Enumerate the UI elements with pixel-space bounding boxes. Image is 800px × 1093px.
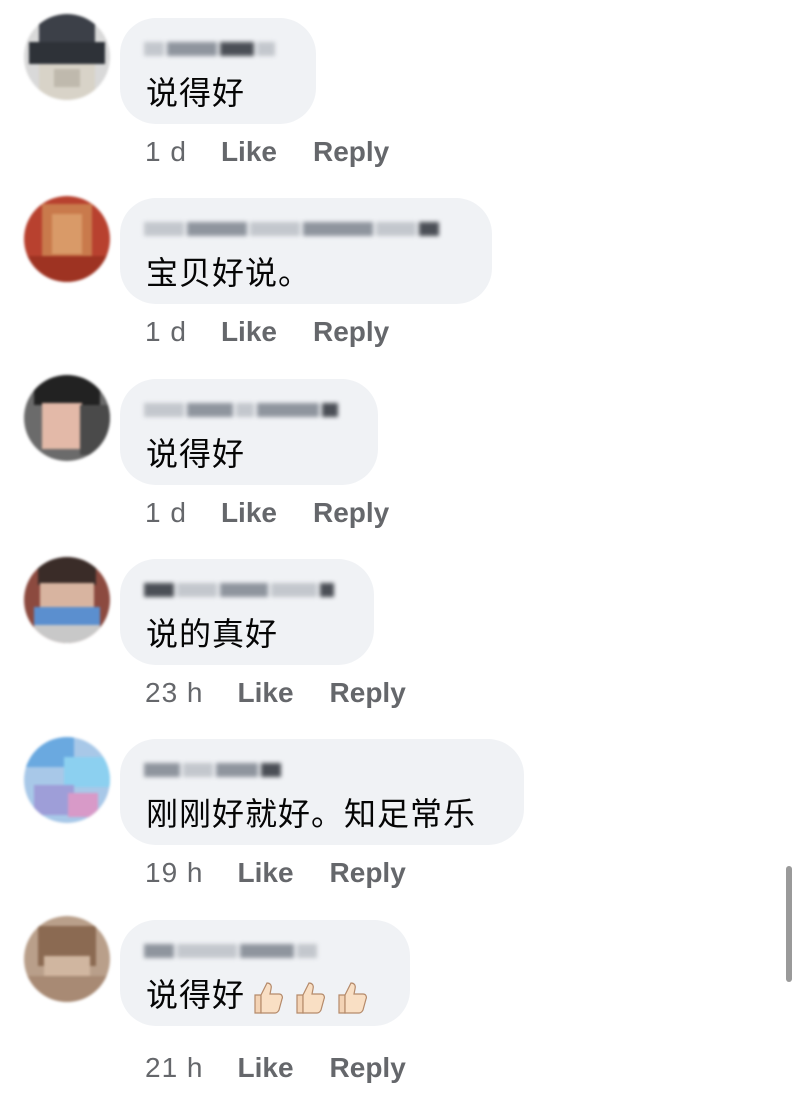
comment-meta: 1 d Like Reply [145, 497, 389, 529]
avatar[interactable] [24, 14, 110, 100]
reply-button[interactable]: Reply [330, 1052, 406, 1084]
avatar[interactable] [24, 557, 110, 643]
author-name[interactable] [144, 761, 281, 779]
comment-item: 说得好 1 d Like Reply [0, 361, 800, 541]
comment-meta: 19 h Like Reply [145, 857, 406, 889]
comment-time: 1 d [145, 497, 187, 528]
comment-bubble: 说得好 [120, 379, 378, 485]
comment-time: 1 d [145, 316, 187, 347]
like-button[interactable]: Like [221, 316, 277, 348]
comment-text-content: 说得好 [146, 976, 246, 1014]
author-name[interactable] [144, 40, 275, 58]
comment-bubble: 说得好 [120, 920, 410, 1026]
comment-text: 说的真好 [146, 615, 279, 653]
comment-bubble: 刚刚好就好。知足常乐 [120, 739, 524, 845]
reply-button[interactable]: Reply [330, 857, 406, 889]
thumbs-up-icon [296, 982, 325, 1014]
comment-bubble: 说得好 [120, 18, 316, 124]
comment-text: 说得好 [146, 970, 371, 1017]
comment-meta: 23 h Like Reply [145, 677, 406, 709]
comment-time: 23 h [145, 677, 204, 708]
comment-meta: 1 d Like Reply [145, 316, 389, 348]
comment-time: 1 d [145, 136, 187, 167]
reply-button[interactable]: Reply [313, 497, 389, 529]
comment-item: 宝贝好说。 1 d Like Reply [0, 180, 800, 360]
comment-text: 说得好 [146, 74, 246, 112]
avatar[interactable] [24, 196, 110, 282]
comment-text: 刚刚好就好。知足常乐 [146, 795, 477, 833]
comment-item: 说得好 1 d Like Reply [0, 0, 800, 180]
comment-text: 宝贝好说。 [146, 254, 312, 292]
comment-item: 刚刚好就好。知足常乐 19 h Like Reply [0, 721, 800, 901]
like-button[interactable]: Like [221, 497, 277, 529]
like-button[interactable]: Like [238, 857, 294, 889]
reply-button[interactable]: Reply [313, 316, 389, 348]
author-name[interactable] [144, 942, 317, 960]
like-button[interactable]: Like [238, 1052, 294, 1084]
reply-button[interactable]: Reply [313, 136, 389, 168]
thumbs-up-icon [338, 982, 367, 1014]
thumbs-up-icon [254, 982, 283, 1014]
comment-bubble: 说的真好 [120, 559, 374, 665]
comment-time: 19 h [145, 857, 204, 888]
comment-bubble: 宝贝好说。 [120, 198, 492, 304]
avatar[interactable] [24, 375, 110, 461]
avatar[interactable] [24, 916, 110, 1002]
author-name[interactable] [144, 401, 338, 419]
thumbs-up-emoji-group [247, 977, 371, 1017]
scrollbar[interactable] [786, 866, 792, 982]
comment-meta: 21 h Like Reply [145, 1052, 406, 1084]
author-name[interactable] [144, 220, 439, 238]
comment-item: 说的真好 23 h Like Reply [0, 541, 800, 721]
comment-item: 说得好 21 h Like Reply [0, 902, 800, 1084]
avatar[interactable] [24, 737, 110, 823]
comment-text: 说得好 [146, 435, 246, 473]
like-button[interactable]: Like [221, 136, 277, 168]
author-name[interactable] [144, 581, 334, 599]
like-button[interactable]: Like [238, 677, 294, 709]
reply-button[interactable]: Reply [330, 677, 406, 709]
comment-time: 21 h [145, 1052, 204, 1083]
comment-meta: 1 d Like Reply [145, 136, 389, 168]
